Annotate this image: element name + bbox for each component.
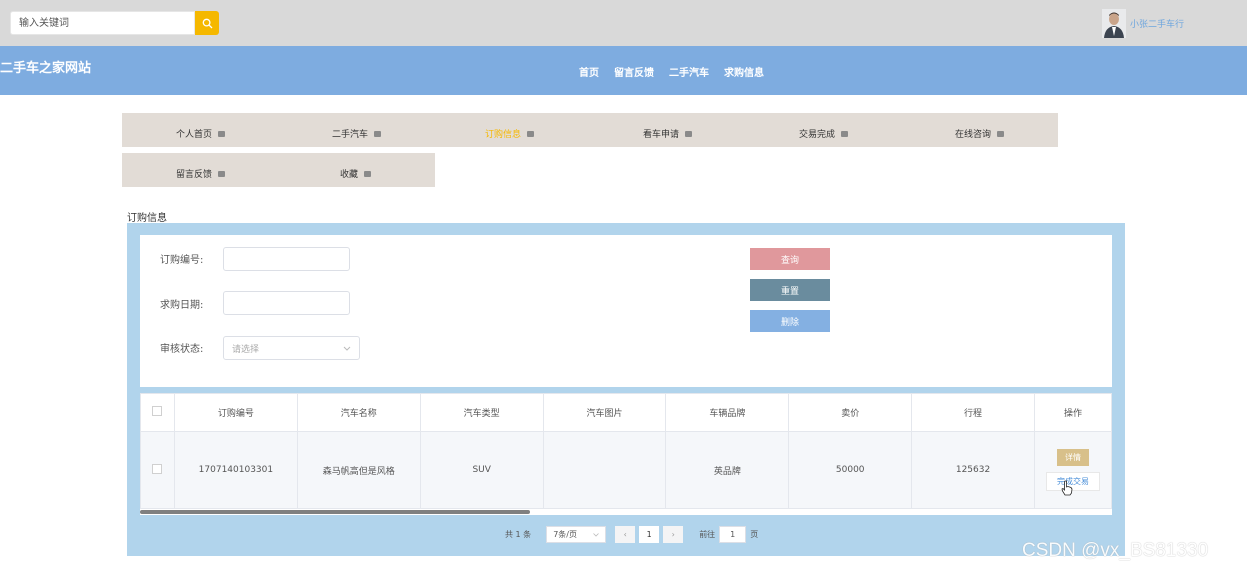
cell-order-no: 1707140103301: [173, 431, 298, 509]
cell-actions: 详情 完成交易: [1033, 431, 1113, 509]
cell-car-type: SUV: [419, 431, 544, 509]
goto-label: 前往: [699, 530, 716, 539]
page-size-select[interactable]: 7条/页: [546, 526, 607, 543]
cell-car-image: [542, 431, 667, 509]
tab-personal-home[interactable]: 个人首页: [176, 127, 226, 140]
tab-label: 二手汽车: [332, 130, 369, 140]
search-icon: [202, 18, 212, 28]
nav-item-purchase-info[interactable]: 求购信息: [724, 64, 764, 79]
chevron-left-icon: ‹: [623, 530, 627, 539]
tab-label: 看车申请: [643, 130, 680, 140]
row-select-cell[interactable]: [140, 431, 175, 509]
avatar[interactable]: [1102, 9, 1126, 38]
col-header: 订购编号: [173, 393, 298, 432]
home-icon: [997, 130, 1005, 137]
tab-feedback[interactable]: 留言反馈: [176, 167, 226, 180]
cell-price: 50000: [788, 431, 913, 509]
order-no-input[interactable]: [223, 247, 350, 271]
home-icon: [218, 130, 226, 137]
username-link[interactable]: 小张二手车行: [1130, 17, 1184, 30]
search-input[interactable]: [10, 11, 195, 35]
table-panel: 订购编号 汽车名称 汽车类型 汽车图片 车辆品牌 卖价 行程 操作 170714…: [140, 393, 1113, 515]
next-page-button[interactable]: ›: [663, 526, 684, 543]
tab-used-cars[interactable]: 二手汽车: [332, 127, 382, 140]
order-no-label: 订购编号:: [160, 255, 204, 266]
search-button[interactable]: [195, 11, 219, 35]
cell-car-name: 森马帆高但是风格: [296, 431, 421, 509]
col-header: 汽车名称: [296, 393, 421, 432]
chevron-down-icon: [343, 346, 351, 351]
col-header: 汽车图片: [542, 393, 667, 432]
watermark: CSDN @vx_BS81330: [1022, 540, 1209, 561]
tab-deal-complete[interactable]: 交易完成: [799, 127, 849, 140]
orders-table: 订购编号 汽车名称 汽车类型 汽车图片 车辆品牌 卖价 行程 操作 170714…: [140, 393, 1113, 509]
select-all-cell[interactable]: [140, 393, 175, 432]
date-label: 求购日期:: [160, 300, 204, 311]
status-placeholder: 请选择: [232, 344, 260, 355]
chevron-right-icon: ›: [671, 530, 675, 539]
tab-favorites[interactable]: 收藏: [340, 167, 372, 180]
table-row: 1707140103301 森马帆高但是风格 SUV 英品牌 50000 125…: [140, 431, 1113, 509]
table-header-row: 订购编号 汽车名称 汽车类型 汽车图片 车辆品牌 卖价 行程 操作: [140, 393, 1113, 432]
cell-brand: 英品牌: [665, 431, 790, 509]
section-title: 订购信息: [127, 213, 167, 224]
tab-row-2: [122, 153, 435, 187]
tab-label: 交易完成: [799, 130, 836, 140]
home-icon: [364, 170, 372, 177]
hand-cursor-icon: [1061, 480, 1073, 496]
nav-menu: 首页 留言反馈 二手汽车 求购信息: [579, 64, 779, 79]
row-checkbox[interactable]: [152, 463, 163, 474]
col-header: 车辆品牌: [665, 393, 790, 432]
site-title: 二手车之家网站: [0, 61, 92, 76]
horizontal-scrollbar[interactable]: [140, 510, 530, 514]
col-header: 汽车类型: [419, 393, 544, 432]
tab-label: 订购信息: [485, 130, 522, 140]
home-icon: [218, 170, 226, 177]
col-header: 卖价: [788, 393, 913, 432]
tab-label: 收藏: [340, 170, 359, 180]
col-header: 操作: [1033, 393, 1113, 432]
col-header: 行程: [911, 393, 1035, 432]
nav-item-feedback[interactable]: 留言反馈: [614, 64, 654, 79]
date-input[interactable]: [223, 291, 350, 315]
page-suffix: 页: [750, 530, 759, 539]
main-navbar: 二手车之家网站 首页 留言反馈 二手汽车 求购信息: [0, 46, 1247, 95]
total-count: 共 1 条: [505, 530, 532, 539]
page-size-value: 7条/页: [553, 530, 577, 539]
prev-page-button[interactable]: ‹: [615, 526, 636, 543]
chevron-down-icon: [593, 532, 599, 537]
home-icon: [685, 130, 693, 137]
tab-online-consult[interactable]: 在线咨询: [955, 127, 1005, 140]
select-all-checkbox[interactable]: [152, 406, 163, 416]
tab-order-info[interactable]: 订购信息: [485, 127, 535, 140]
reset-button[interactable]: 重置: [750, 279, 830, 301]
goto-page-input[interactable]: 1: [719, 526, 747, 543]
tab-row-1: [122, 113, 1058, 147]
home-icon: [841, 130, 849, 137]
nav-item-home[interactable]: 首页: [579, 64, 599, 79]
status-label: 审核状态:: [160, 344, 204, 355]
filter-panel: 订购编号: 求购日期: 审核状态: 请选择 查询 重置 删除: [140, 235, 1112, 387]
tab-label: 个人首页: [176, 130, 213, 140]
nav-item-used-cars[interactable]: 二手汽车: [669, 64, 709, 79]
query-button[interactable]: 查询: [750, 248, 830, 270]
cell-mileage: 125632: [911, 431, 1035, 509]
home-icon: [374, 130, 382, 137]
status-select[interactable]: 请选择: [223, 336, 360, 360]
tab-label: 在线咨询: [955, 130, 992, 140]
detail-button[interactable]: 详情: [1056, 449, 1089, 466]
pagination: 共 1 条 7条/页 ‹ 1 › 前往 1 页: [505, 526, 758, 543]
tab-label: 留言反馈: [176, 170, 213, 180]
delete-button[interactable]: 删除: [750, 310, 830, 332]
home-icon: [527, 130, 535, 137]
page-number-current[interactable]: 1: [639, 526, 660, 543]
tab-viewing-request[interactable]: 看车申请: [643, 127, 693, 140]
